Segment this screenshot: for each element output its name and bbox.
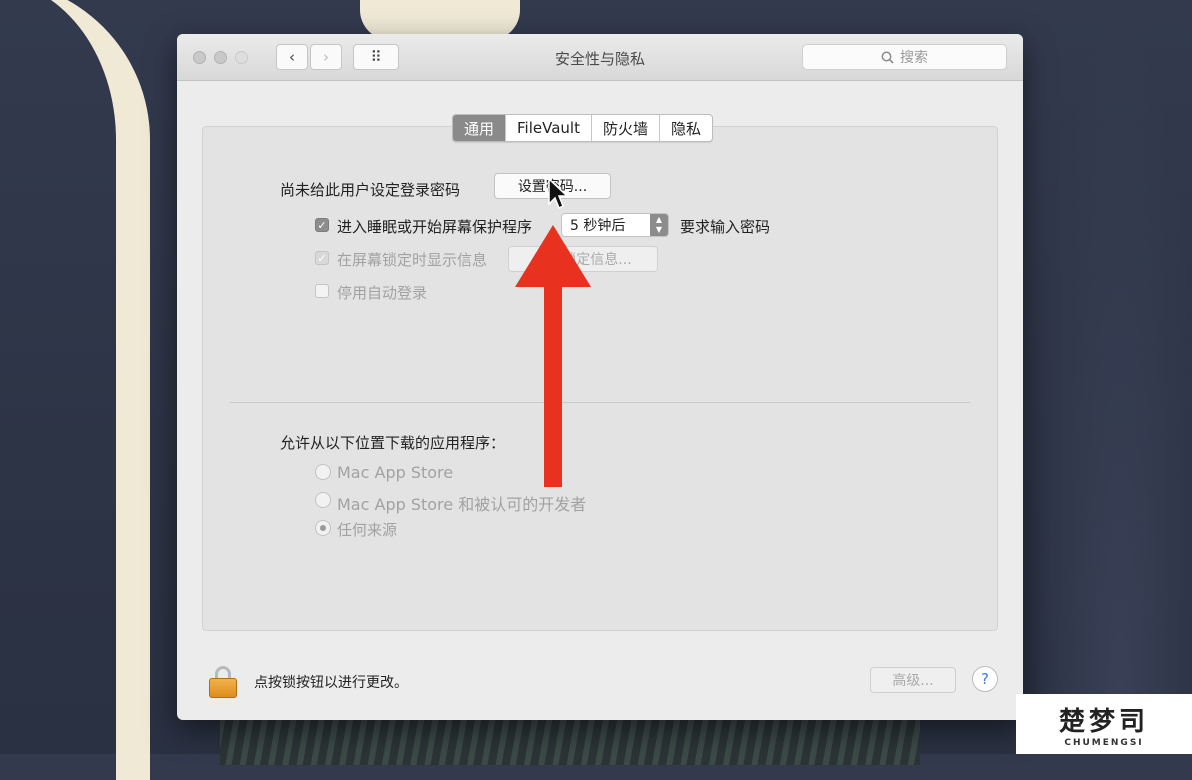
titlebar: ‹ › ⠿ 安全性与隐私 搜索 (177, 34, 1023, 81)
tab-bar: 通用 FileVault 防火墙 隐私 (452, 114, 713, 142)
help-icon: ? (981, 670, 989, 688)
require-password-checkbox[interactable]: ✓ (315, 218, 329, 232)
security-privacy-window: ‹ › ⠿ 安全性与隐私 搜索 通用 FileVault 防火墙 隐私 尚未给此… (177, 34, 1023, 720)
tab-filevault[interactable]: FileVault (506, 115, 592, 141)
content-panel (202, 126, 998, 631)
show-message-label: 在屏幕锁定时显示信息 (337, 251, 488, 269)
mouse-cursor-icon (548, 178, 568, 210)
annotation-arrow-icon (515, 225, 591, 487)
watermark-main-text: 楚梦司 (1058, 706, 1149, 737)
tab-privacy[interactable]: 隐私 (660, 115, 712, 141)
search-field[interactable]: 搜索 (802, 44, 1007, 70)
radio-anywhere-label: 任何来源 (337, 521, 398, 539)
wallpaper-grass (220, 715, 920, 765)
search-icon (881, 51, 894, 64)
tab-firewall[interactable]: 防火墙 (592, 115, 660, 141)
lock-button[interactable] (209, 666, 237, 698)
wallpaper-shape-right (1030, 0, 1192, 720)
advanced-button[interactable]: 高级... (870, 667, 956, 693)
tab-general[interactable]: 通用 (453, 115, 507, 141)
require-password-suffix: 要求输入密码 (680, 218, 771, 236)
require-password-label: 进入睡眠或开始屏幕保护程序 (337, 218, 533, 236)
radio-anywhere[interactable] (315, 520, 331, 536)
wallpaper-shape-left (0, 0, 150, 780)
disable-auto-login-label: 停用自动登录 (337, 284, 428, 302)
show-message-checkbox[interactable]: ✓ (315, 251, 329, 265)
watermark-logo: 楚梦司 CHUMENGSI (1016, 694, 1192, 754)
lock-hint-text: 点按锁按钮以进行更改。 (254, 675, 408, 691)
radio-mac-app-store[interactable] (315, 464, 331, 480)
downloads-heading: 允许从以下位置下载的应用程序： (280, 434, 506, 452)
section-divider (230, 402, 970, 403)
lock-icon (209, 678, 237, 698)
radio-mac-app-store-label: Mac App Store (337, 463, 454, 482)
radio-identified-developers[interactable] (315, 492, 331, 508)
disable-auto-login-checkbox[interactable] (315, 284, 329, 298)
watermark-sub-text: CHUMENGSI (1064, 737, 1144, 748)
select-stepper-icon: ▲ ▼ (650, 214, 668, 236)
no-password-text: 尚未给此用户设定登录密码 (280, 181, 461, 199)
radio-identified-developers-label: Mac App Store 和被认可的开发者 (337, 495, 587, 514)
help-button[interactable]: ? (972, 666, 998, 692)
search-placeholder: 搜索 (900, 50, 928, 66)
